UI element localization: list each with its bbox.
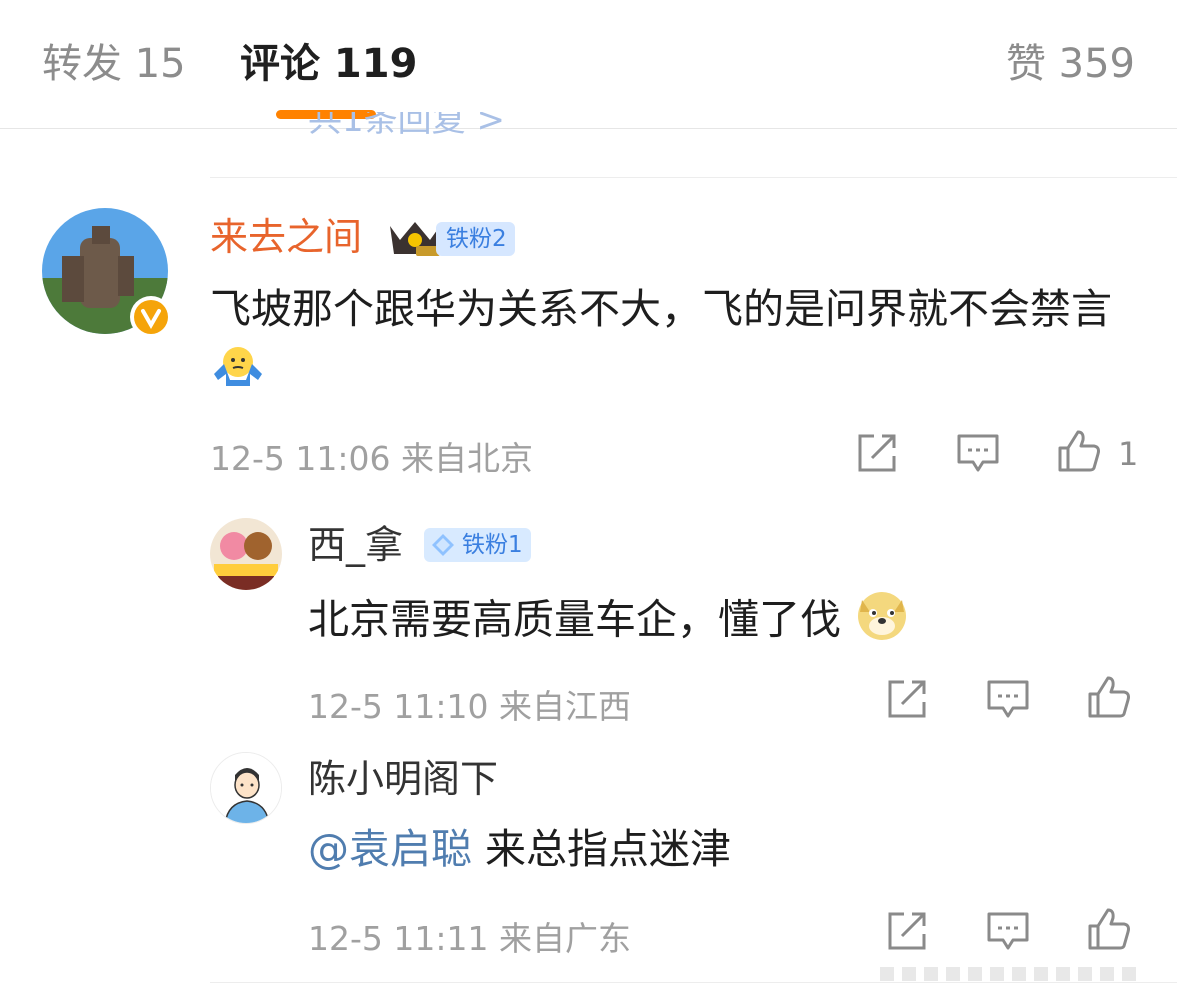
verified-icon bbox=[134, 300, 168, 334]
verified-badge-ring bbox=[130, 296, 172, 338]
divider bbox=[210, 982, 1177, 983]
comment-icon[interactable] bbox=[955, 430, 1001, 476]
reply-username[interactable]: 西_拿 bbox=[308, 522, 403, 568]
tab-reposts[interactable]: 转发 15 bbox=[42, 40, 186, 88]
comment-meta: 12-5 11:06 来自北京 bbox=[210, 439, 533, 478]
like-icon[interactable] bbox=[1086, 674, 1132, 720]
comment-username[interactable]: 来去之间 bbox=[210, 214, 362, 260]
comment-tabs: 转发 15 评论 119 赞 359 bbox=[0, 0, 1177, 129]
reply-meta: 12-5 11:10 来自江西 bbox=[308, 687, 631, 726]
tab-likes[interactable]: 赞 359 bbox=[1006, 40, 1135, 88]
diamond-icon bbox=[432, 534, 454, 556]
like-count: 1 bbox=[1118, 435, 1139, 473]
avatar[interactable] bbox=[210, 518, 282, 590]
shrug-emoji-icon bbox=[210, 343, 266, 405]
reply-text: 北京需要高质量车企，懂了伐 bbox=[308, 586, 1128, 659]
reply-meta: 12-5 11:11 来自广东 bbox=[308, 919, 631, 958]
doge-emoji-icon bbox=[854, 586, 910, 659]
reply-username[interactable]: 陈小明阁下 bbox=[308, 756, 498, 802]
comment-icon[interactable] bbox=[985, 908, 1031, 954]
share-icon[interactable] bbox=[884, 908, 930, 954]
share-icon[interactable] bbox=[884, 676, 930, 722]
fan-badge[interactable]: 铁粉1 bbox=[424, 528, 531, 562]
like-icon[interactable] bbox=[1056, 428, 1102, 474]
avatar[interactable] bbox=[210, 752, 282, 824]
tab-comments[interactable]: 评论 119 bbox=[240, 40, 417, 88]
divider bbox=[210, 177, 1177, 178]
comment-text: 飞坡那个跟华为关系不大，飞的是问界就不会禁言 bbox=[210, 278, 1140, 405]
previous-reply-link[interactable]: 共1条回复 > bbox=[308, 112, 548, 142]
fan-badge[interactable]: 铁粉2 bbox=[436, 222, 515, 256]
comment-icon[interactable] bbox=[985, 676, 1031, 722]
mention-link[interactable]: @袁启聪 bbox=[308, 825, 472, 873]
reply-text: @袁启聪 来总指点迷津 bbox=[308, 825, 732, 873]
share-icon[interactable] bbox=[854, 430, 900, 476]
like-icon[interactable] bbox=[1086, 906, 1132, 952]
watermark-pattern bbox=[880, 967, 1136, 981]
